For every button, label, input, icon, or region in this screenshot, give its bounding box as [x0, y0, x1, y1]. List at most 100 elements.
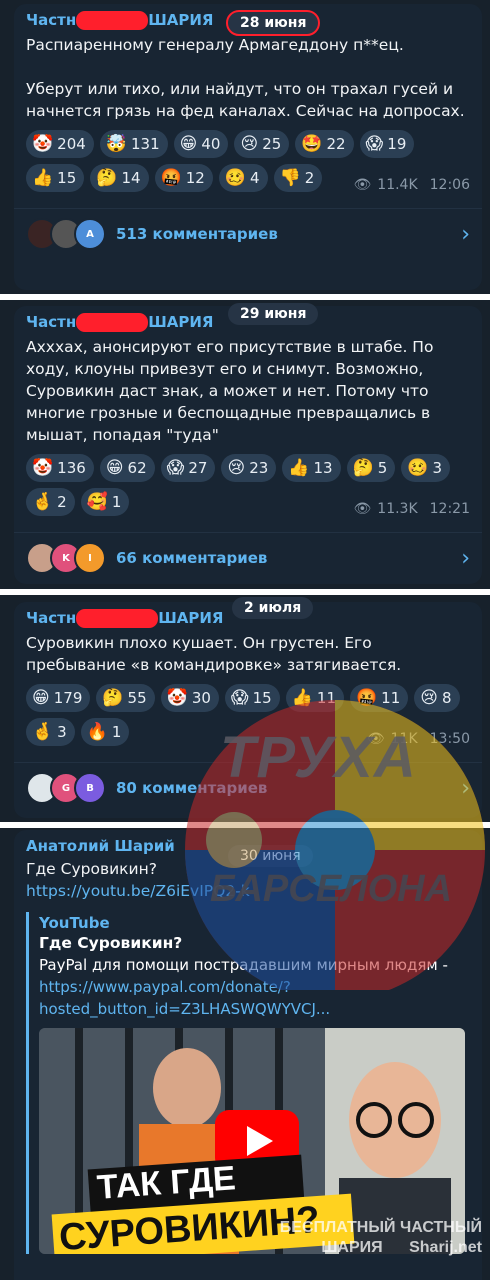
- reaction-count: 11: [316, 689, 336, 707]
- reaction-chip[interactable]: 😱 15: [224, 684, 280, 712]
- reaction-emoji-icon: 🥴: [224, 167, 246, 188]
- reaction-count: 5: [377, 459, 388, 477]
- separator: [0, 589, 490, 595]
- reaction-count: 15: [252, 689, 272, 707]
- reaction-emoji-icon: 🤔: [102, 687, 124, 708]
- reaction-count: 30: [191, 689, 211, 707]
- post-time: 12:21: [429, 501, 470, 517]
- reaction-chip[interactable]: 🤞 3: [26, 718, 75, 746]
- redaction-bar: [76, 609, 159, 628]
- reaction-emoji-icon: 🤔: [352, 457, 374, 478]
- reaction-chip[interactable]: 🤡 30: [160, 684, 219, 712]
- reaction-chip[interactable]: 👍 13: [282, 454, 341, 482]
- reaction-chip[interactable]: 🤬 12: [154, 164, 213, 192]
- reaction-count: 3: [432, 459, 442, 477]
- separator: [0, 822, 490, 828]
- reaction-emoji-icon: 😱: [365, 133, 384, 154]
- reaction-emoji-icon: 👎: [279, 167, 301, 188]
- reaction-emoji-icon: 😁: [179, 133, 198, 154]
- post-time: 13:50: [429, 731, 470, 747]
- avatar: I: [74, 542, 106, 574]
- reaction-chip[interactable]: 😱 27: [160, 454, 216, 482]
- reaction-count: 22: [326, 135, 346, 153]
- youtube-link[interactable]: https://youtu.be/Z6iEvIPQ2-k: [26, 880, 470, 902]
- reaction-count: 2: [304, 169, 315, 187]
- reaction-count: 13: [313, 459, 333, 477]
- reaction-emoji-icon: 😢: [227, 457, 246, 478]
- reaction-count: 12: [185, 169, 205, 187]
- reaction-chip[interactable]: 😁 62: [99, 454, 155, 482]
- avatar: A: [74, 218, 106, 250]
- sharij-post: Анатолий Шарий Где Суровикин? https://yo…: [14, 830, 482, 1280]
- reaction-chip[interactable]: 👍 11: [285, 684, 344, 712]
- post-time: 12:06: [429, 177, 470, 193]
- reaction-chip[interactable]: 😢 8: [414, 684, 460, 712]
- preview-source: YouTube: [39, 914, 110, 932]
- preview-description: PayPal для помощи пострадавшим мирным лю…: [39, 956, 448, 1018]
- reaction-emoji-icon: 🤯: [105, 133, 127, 154]
- reaction-chip[interactable]: 🤯 131: [99, 130, 168, 158]
- reaction-emoji-icon: 🤡: [166, 687, 188, 708]
- eye-icon: 👁: [366, 731, 385, 747]
- reaction-emoji-icon: 🤬: [356, 687, 378, 708]
- reaction-count: 27: [188, 459, 208, 477]
- reaction-chip[interactable]: 🥰 1: [80, 488, 130, 516]
- reaction-count: 131: [130, 135, 160, 153]
- reaction-chip[interactable]: 🤡 204: [26, 130, 94, 158]
- reaction-chip[interactable]: 🤞 2: [26, 488, 75, 516]
- reaction-count: 8: [442, 689, 452, 707]
- comments-button[interactable]: K I 66 комментариев ›: [14, 532, 482, 583]
- reaction-count: 23: [249, 459, 269, 477]
- post-text: Суровикин плохо кушает. Он грустен. Его …: [26, 634, 402, 674]
- reaction-count: 15: [57, 169, 77, 187]
- date-pill: 2 июля: [232, 597, 314, 619]
- link-preview[interactable]: YouTube Где Суровикин? PayPal для помощи…: [26, 912, 470, 1254]
- video-thumbnail[interactable]: ТАК ГДЕ СУРОВИКИН?: [39, 1028, 465, 1254]
- reaction-chip[interactable]: 🥴 3: [401, 454, 450, 482]
- redaction-bar: [76, 11, 149, 30]
- reaction-chip[interactable]: 🤡 136: [26, 454, 94, 482]
- reaction-emoji-icon: 🥴: [407, 457, 429, 478]
- reaction-emoji-icon: 👍: [291, 687, 313, 708]
- reaction-chip[interactable]: 👎 2: [273, 164, 323, 192]
- paypal-link-cont[interactable]: hosted_button_id=Z3LHASWQWYVCJ...: [39, 1000, 330, 1018]
- reaction-emoji-icon: 👍: [32, 167, 54, 188]
- comments-count: 80 комментариев: [116, 779, 268, 797]
- reaction-chip[interactable]: 🤔 5: [346, 454, 396, 482]
- reaction-count: 14: [121, 169, 141, 187]
- paypal-link[interactable]: https://www.paypal.com/donate/?: [39, 978, 291, 996]
- reaction-count: 3: [57, 723, 67, 741]
- comments-count: 66 комментариев: [116, 549, 268, 567]
- reaction-chip[interactable]: 🤩 22: [295, 130, 354, 158]
- chevron-right-icon: ›: [461, 775, 470, 801]
- comments-button[interactable]: A 513 комментариев ›: [14, 208, 482, 259]
- reaction-chip[interactable]: 🤬 11: [350, 684, 409, 712]
- reaction-chip[interactable]: 😁 179: [26, 684, 91, 712]
- reaction-chip[interactable]: 😢 23: [221, 454, 277, 482]
- reaction-chip[interactable]: 🥴 4: [218, 164, 268, 192]
- view-count: 11K: [390, 731, 418, 747]
- commenter-avatars: A: [26, 218, 106, 250]
- reaction-count: 179: [53, 689, 83, 707]
- reaction-chip[interactable]: 😱 19: [359, 130, 415, 158]
- commenter-avatars: G B: [26, 772, 106, 804]
- reaction-chip[interactable]: 😁 40: [173, 130, 229, 158]
- reaction-count: 4: [249, 169, 260, 187]
- reaction-chip[interactable]: 🤔 55: [96, 684, 155, 712]
- reaction-chip[interactable]: 😢 25: [234, 130, 290, 158]
- chevron-right-icon: ›: [461, 545, 470, 571]
- reaction-emoji-icon: 😱: [166, 457, 185, 478]
- date-pill: 30 июня: [228, 845, 313, 867]
- reaction-emoji-icon: 😁: [32, 687, 50, 708]
- reaction-chip[interactable]: 🔥 1: [80, 718, 130, 746]
- comments-button[interactable]: G B 80 комментариев ›: [14, 762, 482, 813]
- reaction-emoji-icon: 😁: [105, 457, 124, 478]
- reaction-emoji-icon: 🤞: [32, 491, 54, 512]
- comments-count: 513 комментариев: [116, 225, 278, 243]
- reaction-chip[interactable]: 👍 15: [26, 164, 85, 192]
- reaction-emoji-icon: 😢: [240, 133, 259, 154]
- post-1: Частн ШАРИЯ Распиаренному генералу Армаге…: [14, 4, 482, 290]
- post-3: Частн ШАРИЯ Суровикин плохо кушает. Он гр…: [14, 602, 482, 818]
- reaction-count: 1: [111, 493, 122, 511]
- reaction-chip[interactable]: 🤔 14: [90, 164, 149, 192]
